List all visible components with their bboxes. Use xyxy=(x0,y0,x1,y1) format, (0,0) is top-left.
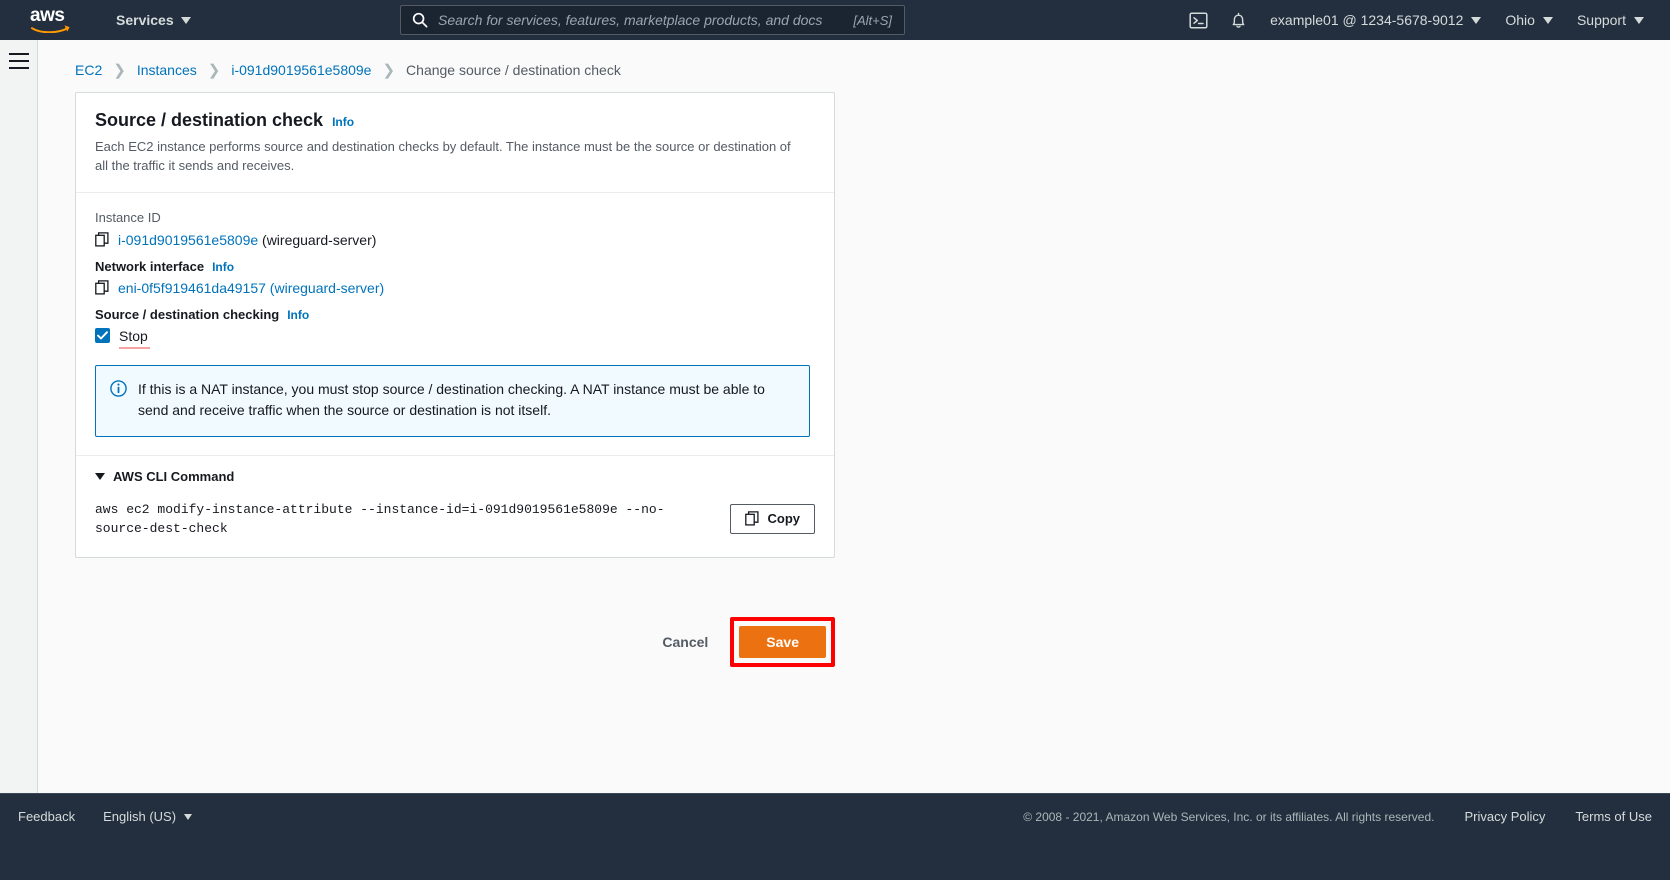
triangle-down-icon xyxy=(95,473,105,480)
breadcrumb-separator-icon: ❯ xyxy=(208,63,221,78)
title-info-link[interactable]: Info xyxy=(332,115,354,129)
card-body: Instance ID i-091d9019561e5809e (wiregua… xyxy=(76,193,834,455)
network-interface-link[interactable]: eni-0f5f919461da49157 (wireguard-server) xyxy=(118,280,384,296)
language-selector-label: English (US) xyxy=(103,809,176,824)
copy-button-label: Copy xyxy=(768,511,801,526)
left-rail xyxy=(0,40,38,793)
breadcrumb-separator-icon: ❯ xyxy=(113,63,126,78)
support-menu-button[interactable]: Support xyxy=(1565,0,1656,40)
breadcrumb-separator-icon: ❯ xyxy=(382,63,395,78)
instance-id-label: Instance ID xyxy=(95,210,815,225)
aws-cli-command-toggle[interactable]: AWS CLI Command xyxy=(95,469,815,484)
hamburger-bar xyxy=(9,53,29,55)
feedback-link[interactable]: Feedback xyxy=(18,809,75,824)
account-menu-label: example01 @ 1234-5678-9012 xyxy=(1270,12,1463,28)
top-navigation-bar: aws Services [Alt+S] xyxy=(0,0,1670,40)
services-menu-button[interactable]: Services xyxy=(116,0,191,40)
bell-icon[interactable] xyxy=(1218,0,1258,40)
cancel-button[interactable]: Cancel xyxy=(652,626,718,658)
region-menu-label: Ohio xyxy=(1505,12,1535,28)
stop-checkbox[interactable] xyxy=(95,328,110,343)
breadcrumb-item-instances[interactable]: Instances xyxy=(137,62,197,78)
aws-cli-command-title: AWS CLI Command xyxy=(113,469,234,484)
search-shortcut-hint: [Alt+S] xyxy=(853,13,892,28)
page-title: Source / destination check xyxy=(95,110,323,131)
card-description: Each EC2 instance performs source and de… xyxy=(95,138,795,176)
global-search-box[interactable]: [Alt+S] xyxy=(400,5,905,35)
save-button-highlight: Save xyxy=(730,617,835,667)
aws-logo-smile-icon xyxy=(31,24,71,33)
alert-text: If this is a NAT instance, you must stop… xyxy=(138,379,793,422)
source-dest-check-card: Source / destination check Info Each EC2 … xyxy=(75,92,835,558)
cloudshell-icon[interactable] xyxy=(1178,0,1218,40)
card-header: Source / destination check Info Each EC2 … xyxy=(76,93,834,193)
copy-icon[interactable] xyxy=(95,232,109,247)
instance-id-link[interactable]: i-091d9019561e5809e xyxy=(118,232,258,248)
aws-cli-command-section: AWS CLI Command aws ec2 modify-instance-… xyxy=(76,455,834,557)
form-actions: Cancel Save xyxy=(75,617,835,667)
chevron-down-icon xyxy=(181,17,191,24)
info-circle-icon xyxy=(110,380,127,397)
copy-icon[interactable] xyxy=(95,280,109,295)
chevron-down-icon xyxy=(184,814,192,820)
checking-label-row: Source / destination checking Info xyxy=(95,307,815,322)
search-input[interactable] xyxy=(438,12,853,28)
copyright-text: © 2008 - 2021, Amazon Web Services, Inc.… xyxy=(1023,810,1434,824)
chevron-down-icon xyxy=(1471,17,1481,24)
support-menu-label: Support xyxy=(1577,12,1626,28)
network-interface-label-row: Network interface Info xyxy=(95,259,815,274)
copy-button[interactable]: Copy xyxy=(730,504,816,534)
breadcrumb-item-instance-id[interactable]: i-091d9019561e5809e xyxy=(231,62,371,78)
hamburger-bar xyxy=(9,60,29,62)
services-menu-label: Services xyxy=(116,12,174,28)
save-button[interactable]: Save xyxy=(739,626,826,658)
terms-of-use-link[interactable]: Terms of Use xyxy=(1575,809,1652,824)
search-icon xyxy=(412,12,428,28)
instance-id-value: i-091d9019561e5809e (wireguard-server) xyxy=(118,232,376,248)
footer-bar: Feedback English (US) © 2008 - 2021, Ama… xyxy=(0,793,1670,880)
footer-left-group: Feedback English (US) xyxy=(18,809,192,824)
account-menu-button[interactable]: example01 @ 1234-5678-9012 xyxy=(1258,0,1493,40)
source-dest-checking-label: Source / destination checking xyxy=(95,307,279,322)
instance-id-row: i-091d9019561e5809e (wireguard-server) xyxy=(95,232,815,248)
source-dest-checking-info-link[interactable]: Info xyxy=(287,308,309,322)
chevron-down-icon xyxy=(1634,17,1644,24)
privacy-policy-link[interactable]: Privacy Policy xyxy=(1465,809,1546,824)
copy-icon xyxy=(745,511,759,526)
network-interface-row: eni-0f5f919461da49157 (wireguard-server) xyxy=(95,280,815,296)
aws-logo[interactable]: aws xyxy=(30,6,76,34)
breadcrumb-item-ec2[interactable]: EC2 xyxy=(75,62,102,78)
aws-cli-command-row: aws ec2 modify-instance-attribute --inst… xyxy=(95,500,815,539)
nat-instance-info-alert: If this is a NAT instance, you must stop… xyxy=(95,365,810,437)
hamburger-icon[interactable] xyxy=(9,53,29,69)
language-selector[interactable]: English (US) xyxy=(103,809,192,824)
instance-id-suffix: (wireguard-server) xyxy=(262,232,376,248)
hamburger-bar xyxy=(9,67,29,69)
breadcrumb: EC2 ❯ Instances ❯ i-091d9019561e5809e ❯ … xyxy=(75,62,1670,78)
stop-checkbox-label[interactable]: Stop xyxy=(119,328,148,344)
checkmark-icon xyxy=(97,331,108,340)
aws-logo-text: aws xyxy=(30,7,76,24)
stop-checkbox-row[interactable]: Stop xyxy=(95,328,815,344)
aws-cli-command-text: aws ec2 modify-instance-attribute --inst… xyxy=(95,500,685,539)
chevron-down-icon xyxy=(1543,17,1553,24)
region-menu-button[interactable]: Ohio xyxy=(1493,0,1565,40)
network-interface-value: eni-0f5f919461da49157 (wireguard-server) xyxy=(118,280,384,296)
breadcrumb-item-current: Change source / destination check xyxy=(406,62,621,78)
footer-right-group: © 2008 - 2021, Amazon Web Services, Inc.… xyxy=(1023,809,1652,824)
network-interface-label: Network interface xyxy=(95,259,204,274)
top-navigation-right-group: example01 @ 1234-5678-9012 Ohio Support xyxy=(1178,0,1670,40)
main-content: EC2 ❯ Instances ❯ i-091d9019561e5809e ❯ … xyxy=(38,40,1670,793)
network-interface-info-link[interactable]: Info xyxy=(212,260,234,274)
